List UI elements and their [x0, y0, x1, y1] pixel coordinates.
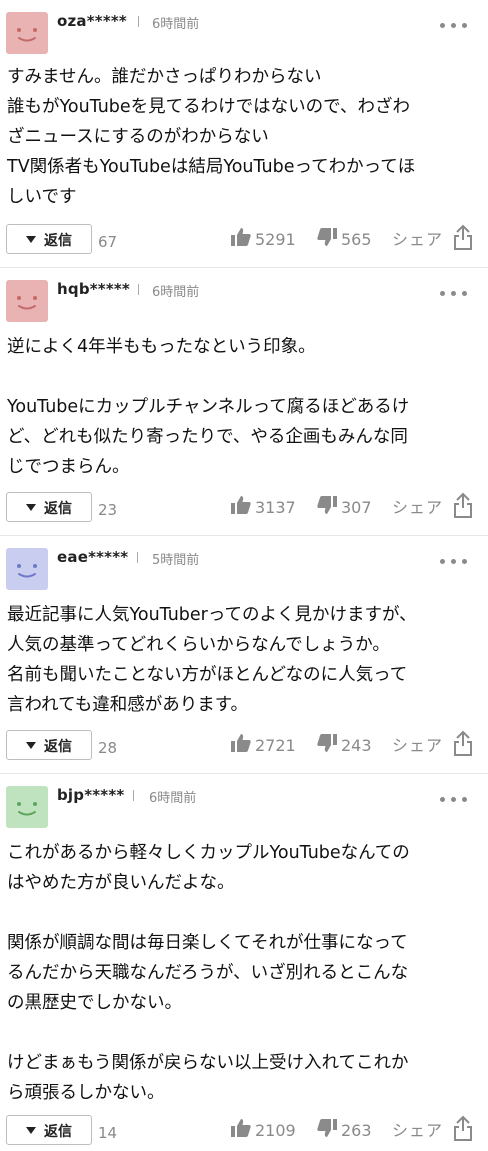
share-icon[interactable]	[453, 730, 473, 756]
comment-actions: 返信 14 2109 263 シェア	[0, 1115, 488, 1149]
chevron-down-icon	[26, 742, 36, 749]
share-button[interactable]: シェア	[392, 494, 443, 518]
smiley-face-icon	[17, 28, 37, 42]
more-options-icon[interactable]	[440, 291, 468, 297]
share-icon[interactable]	[453, 1115, 473, 1141]
reply-label: 返信	[44, 233, 72, 249]
more-options-icon[interactable]	[440, 559, 468, 565]
comment-text: 逆によく4年半ももったなという印象。 YouTubeにカップルチャンネルって腐る…	[7, 337, 410, 477]
timestamp: 6時間前	[149, 791, 197, 806]
comment-text: すみません。誰だかさっぱりわからない 誰もがYouTubeを見てるわけではないの…	[7, 67, 416, 207]
comment-actions: 返信 67 5291 565 シェア	[0, 224, 488, 258]
comment-header: hqb***** 6時間前	[0, 268, 488, 328]
smiley-face-icon	[17, 802, 37, 816]
username[interactable]: eae*****	[57, 548, 128, 566]
separator	[137, 552, 138, 563]
comment-actions: 返信 28 2721 243 シェア	[0, 730, 488, 764]
thumbs-up-icon	[231, 496, 251, 514]
reply-label: 返信	[44, 501, 72, 517]
smiley-face-icon	[17, 564, 37, 578]
comment-header: bjp***** 6時間前	[0, 774, 488, 834]
share-button[interactable]: シェア	[392, 1117, 443, 1141]
thumbs-down-icon	[317, 228, 337, 246]
chevron-down-icon	[26, 504, 36, 511]
reply-label: 返信	[44, 739, 72, 755]
dislike-count: 243	[341, 736, 372, 755]
chevron-down-icon	[26, 236, 36, 243]
reply-count: 23	[98, 501, 118, 519]
thumbs-up-icon	[231, 228, 251, 246]
comment-text: 最近記事に人気YouTuberってのよく見かけますが、 人気の基準ってどれくらい…	[7, 605, 417, 715]
avatar[interactable]	[6, 280, 48, 322]
username[interactable]: bjp*****	[57, 786, 124, 804]
more-options-icon[interactable]	[440, 23, 468, 29]
thumbs-down-icon	[317, 734, 337, 752]
reply-button[interactable]: 返信	[6, 730, 92, 760]
like-count: 5291	[255, 230, 296, 249]
reply-button[interactable]: 返信	[6, 1115, 92, 1145]
thumbs-down-icon	[317, 1119, 337, 1137]
comment-item: bjp***** 6時間前 これがあるから軽々しくカップルYouTubeなんての…	[0, 774, 488, 1151]
separator	[138, 284, 139, 295]
like-count: 2721	[255, 736, 296, 755]
username[interactable]: oza*****	[57, 12, 127, 30]
username[interactable]: hqb*****	[57, 280, 130, 298]
timestamp: 6時間前	[152, 17, 200, 32]
thumbs-down-icon	[317, 496, 337, 514]
chevron-down-icon	[26, 1127, 36, 1134]
smiley-face-icon	[17, 296, 37, 310]
more-options-icon[interactable]	[440, 797, 468, 803]
reply-count: 67	[98, 233, 118, 251]
comment-header: oza***** 6時間前	[0, 0, 488, 60]
like-count: 2109	[255, 1121, 296, 1140]
comment-item: eae***** 5時間前 最近記事に人気YouTuberってのよく見かけますが…	[0, 536, 488, 774]
avatar[interactable]	[6, 786, 48, 828]
separator	[138, 16, 139, 27]
reply-count: 14	[98, 1124, 118, 1142]
dislike-count: 263	[341, 1121, 372, 1140]
comment-item: oza***** 6時間前 すみません。誰だかさっぱりわからない 誰もがYouT…	[0, 0, 488, 268]
like-count: 3137	[255, 498, 296, 517]
comment-header: eae***** 5時間前	[0, 536, 488, 596]
thumbs-up-icon	[231, 734, 251, 752]
avatar[interactable]	[6, 12, 48, 54]
comment-actions: 返信 23 3137 307 シェア	[0, 492, 488, 526]
separator	[133, 790, 134, 801]
share-button[interactable]: シェア	[392, 732, 443, 756]
share-icon[interactable]	[453, 492, 473, 518]
share-button[interactable]: シェア	[392, 226, 443, 250]
comment-item: hqb***** 6時間前 逆によく4年半ももったなという印象。 YouTube…	[0, 268, 488, 536]
timestamp: 6時間前	[152, 285, 200, 300]
reply-count: 28	[98, 739, 118, 757]
share-icon[interactable]	[453, 224, 473, 250]
comment-text: これがあるから軽々しくカップルYouTubeなんての はやめた方が良いんだよな。…	[7, 843, 410, 1103]
reply-button[interactable]: 返信	[6, 224, 92, 254]
dislike-count: 565	[341, 230, 372, 249]
reply-label: 返信	[44, 1124, 72, 1140]
reply-button[interactable]: 返信	[6, 492, 92, 522]
avatar[interactable]	[6, 548, 48, 590]
thumbs-up-icon	[231, 1119, 251, 1137]
timestamp: 5時間前	[152, 553, 200, 568]
dislike-count: 307	[341, 498, 372, 517]
